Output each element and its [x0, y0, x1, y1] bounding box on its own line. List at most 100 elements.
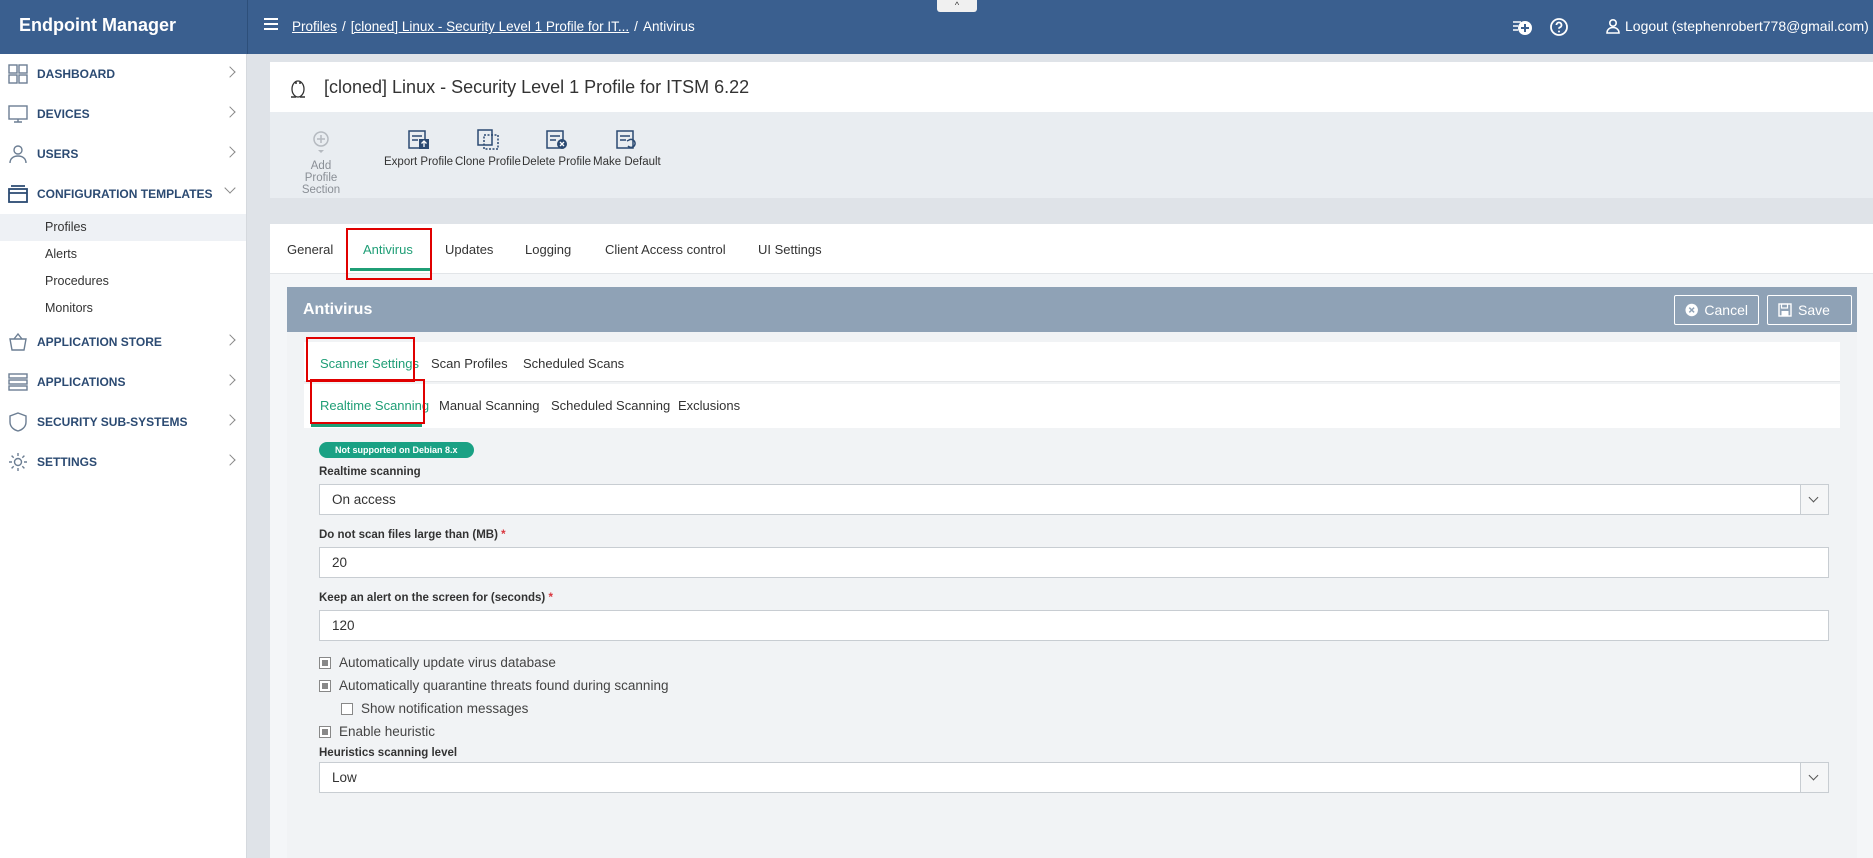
add-device-icon[interactable] [1512, 16, 1534, 38]
profile-tabs: General Antivirus Updates Logging Client… [270, 224, 1873, 280]
add-profile-section-button[interactable]: Add Profile Section [294, 128, 348, 196]
menu-icon[interactable] [264, 18, 278, 30]
breadcrumb-profile[interactable]: [cloned] Linux - Security Level 1 Profil… [351, 19, 629, 34]
profile-title-bar: [cloned] Linux - Security Level 1 Profil… [270, 62, 1873, 112]
sidebar-item-label: CONFIGURATION TEMPLATES [37, 187, 213, 201]
sidebar-item-application-store[interactable]: APPLICATION STORE [0, 322, 246, 362]
dashboard-icon [8, 64, 28, 84]
clone-label: Clone Profile [455, 156, 521, 168]
status-badge: Not supported on Debian 8.x [319, 442, 474, 458]
checkbox-checked-icon [319, 656, 331, 669]
sidebar-item-configuration-templates[interactable]: CONFIGURATION TEMPLATES [0, 174, 246, 214]
make-default-icon [616, 130, 636, 149]
tab-scan-profiles[interactable]: Scan Profiles [431, 356, 508, 371]
page-title: [cloned] Linux - Security Level 1 Profil… [324, 76, 750, 97]
tab-exclusions[interactable]: Exclusions [678, 398, 740, 413]
delete-profile-button[interactable]: Delete Profile [522, 128, 591, 168]
tab-logging[interactable]: Logging [525, 242, 571, 257]
checkbox-label: Automatically quarantine threats found d… [339, 678, 669, 693]
checkbox-checked-icon [319, 725, 331, 738]
realtime-scanning-select[interactable]: On access [319, 484, 1829, 515]
alert-duration-value: 120 [332, 618, 355, 633]
add-section-icon [313, 131, 329, 153]
chevron-right-icon [224, 66, 236, 78]
cancel-button[interactable]: Cancel [1674, 295, 1759, 325]
delete-label: Delete Profile [522, 156, 592, 168]
app-title: Endpoint Manager [0, 0, 247, 54]
delete-icon [545, 130, 567, 149]
realtime-scanning-form: Not supported on Debian 8.x Realtime sca… [319, 441, 1829, 793]
breadcrumb: Profiles / [cloned] Linux - Security Level… [292, 19, 695, 34]
export-icon [407, 130, 429, 149]
make-default-button[interactable]: Make Default [593, 128, 661, 168]
export-profile-button[interactable]: Export Profile [384, 128, 453, 168]
antivirus-title: Antivirus [303, 301, 373, 318]
chevron-down-icon [224, 182, 236, 194]
chevron-right-icon [224, 106, 236, 118]
main-content: [cloned] Linux - Security Level 1 Profil… [270, 62, 1873, 858]
tab-ui-settings[interactable]: UI Settings [758, 242, 822, 257]
max-file-size-input[interactable]: 20 [319, 547, 1829, 578]
profile-toolbar: Add Profile Section Export Profile Clone… [270, 112, 1873, 198]
tab-scheduled-scanning[interactable]: Scheduled Scanning [551, 398, 670, 413]
sidebar-item-applications[interactable]: APPLICATIONS [0, 362, 246, 402]
sidebar-item-devices[interactable]: DEVICES [0, 94, 246, 134]
alert-duration-input[interactable]: 120 [319, 610, 1829, 641]
sidebar-subitem-monitors[interactable]: Monitors [0, 295, 246, 322]
save-button[interactable]: Save [1767, 295, 1852, 325]
auto-update-checkbox[interactable]: Automatically update virus database [319, 651, 1829, 674]
sidebar-item-label: APPLICATIONS [37, 375, 126, 389]
save-icon [1778, 303, 1792, 317]
add-section-label: Add Profile Section [301, 160, 341, 196]
auto-quarantine-checkbox[interactable]: Automatically quarantine threats found d… [319, 674, 1829, 697]
cancel-label: Cancel [1704, 302, 1748, 318]
sidebar-item-label: SETTINGS [37, 455, 98, 469]
tab-updates[interactable]: Updates [445, 242, 493, 257]
checkbox-checked-icon [319, 679, 331, 692]
gear-icon [9, 453, 27, 471]
templates-icon [8, 185, 28, 203]
tab-manual-scanning[interactable]: Manual Scanning [439, 398, 539, 413]
top-bar: Profiles / [cloned] Linux - Security Level… [247, 0, 1873, 54]
scanner-section-tabs: Scanner Settings Scan Profiles Scheduled… [304, 337, 1840, 382]
sidebar-item-dashboard[interactable]: DASHBOARD [0, 54, 246, 94]
breadcrumb-current: Antivirus [642, 19, 695, 34]
applications-icon [8, 373, 28, 391]
chevron-right-icon [224, 146, 236, 158]
tab-scheduled-scans[interactable]: Scheduled Scans [523, 356, 624, 371]
max-file-size-label: Do not scan files large than (MB) * [319, 529, 506, 541]
sidebar-subitem-profiles[interactable]: Profiles [0, 214, 246, 241]
collapse-header-button[interactable]: ^ [937, 0, 977, 12]
enable-heuristic-checkbox[interactable]: Enable heuristic [319, 720, 1829, 743]
sidebar-subitem-procedures[interactable]: Procedures [0, 268, 246, 295]
logout-link[interactable]: Logout (stephenrobert778@gmail.com) [1605, 18, 1869, 34]
help-icon[interactable] [1548, 16, 1570, 38]
tab-general[interactable]: General [287, 242, 333, 257]
chevron-right-icon [224, 334, 236, 346]
sidebar: DASHBOARD DEVICES USERS CONFIGURATION TE… [0, 54, 247, 858]
logout-label: Logout (stephenrobert778@gmail.com) [1625, 18, 1869, 34]
devices-icon [8, 105, 28, 123]
sidebar-item-users[interactable]: USERS [0, 134, 246, 174]
clone-profile-button[interactable]: Clone Profile [455, 128, 521, 168]
scanning-tabs: Realtime Scanning Manual Scanning Schedu… [304, 379, 1840, 428]
sidebar-item-settings[interactable]: SETTINGS [0, 442, 246, 482]
breadcrumb-profiles[interactable]: Profiles [292, 19, 337, 34]
checkbox-label: Enable heuristic [339, 724, 436, 739]
max-file-size-value: 20 [332, 555, 348, 570]
tab-client-access-control[interactable]: Client Access control [605, 242, 726, 257]
antivirus-header: Antivirus Cancel Save [287, 287, 1857, 332]
chevron-right-icon [224, 374, 236, 386]
user-icon [1606, 18, 1620, 34]
heuristics-level-select[interactable]: Low [319, 762, 1829, 793]
sidebar-subitem-alerts[interactable]: Alerts [0, 241, 246, 268]
close-icon [1685, 303, 1698, 317]
antivirus-panel: Antivirus Cancel Save Scanner Settings S… [287, 287, 1857, 858]
sidebar-item-security-sub-systems[interactable]: SECURITY SUB-SYSTEMS [0, 402, 246, 442]
save-label: Save [1798, 302, 1830, 318]
sidebar-item-label: DASHBOARD [37, 67, 115, 81]
realtime-scanning-label: Realtime scanning [319, 466, 421, 478]
sidebar-item-label: SECURITY SUB-SYSTEMS [37, 415, 188, 429]
subtab-active-indicator [311, 424, 422, 427]
show-notification-checkbox[interactable]: Show notification messages [319, 697, 1829, 720]
